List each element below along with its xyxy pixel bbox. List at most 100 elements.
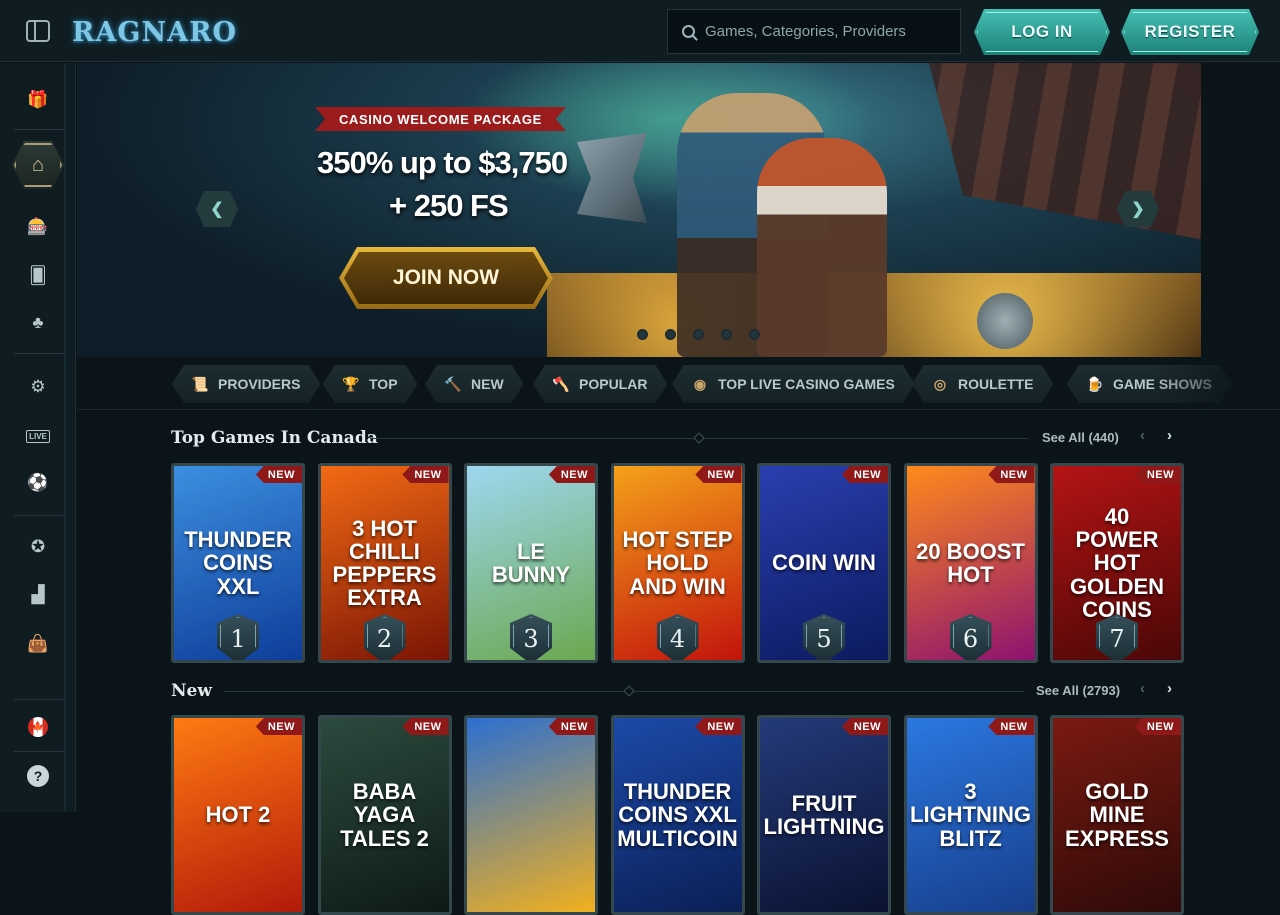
game-card[interactable]: COIN WIN NEW 5 bbox=[757, 463, 891, 663]
search-box[interactable] bbox=[667, 9, 961, 54]
top-bar: RAGNARO LOG IN REGISTER bbox=[0, 0, 1280, 62]
clover-icon: ♣ bbox=[32, 313, 44, 332]
sidebar-item-help[interactable]: ? bbox=[26, 764, 50, 788]
sidebar-item-lucky[interactable]: ♣ bbox=[26, 311, 50, 335]
pagination-dot[interactable] bbox=[721, 329, 732, 340]
new-badge: NEW bbox=[548, 466, 595, 483]
help-icon: ? bbox=[27, 765, 49, 787]
see-all-top-games-link[interactable]: See All (440) bbox=[1042, 430, 1119, 445]
sidebar-item-slots[interactable]: 🎰 bbox=[26, 215, 50, 239]
sidebar-item-live[interactable]: LIVE bbox=[26, 424, 50, 448]
pagination-dot[interactable] bbox=[749, 329, 760, 340]
sidebar-item-settings[interactable]: ⚙ bbox=[26, 375, 50, 399]
live-icon: LIVE bbox=[26, 429, 50, 443]
game-card-title: HOT 2 bbox=[205, 802, 271, 828]
pagination-dot[interactable] bbox=[637, 329, 648, 340]
home-icon: ⌂ bbox=[31, 153, 45, 176]
game-card[interactable]: GOLD MINE EXPRESS NEW bbox=[1050, 715, 1184, 915]
tab-label: POPULAR bbox=[579, 376, 648, 392]
game-card[interactable]: 20 BOOST HOT NEW 6 bbox=[903, 463, 1038, 663]
tab-roulette[interactable]: ◎ ROULETTE bbox=[912, 365, 1053, 403]
tab-top[interactable]: 🏆 TOP bbox=[323, 365, 418, 403]
game-card[interactable]: FRUIT LIGHTNING NEW bbox=[757, 715, 891, 915]
cards-icon: 🂠 bbox=[29, 266, 47, 285]
sidebar-separator bbox=[14, 699, 64, 700]
hammer-icon: 🔨 bbox=[444, 375, 462, 392]
rank-number: 2 bbox=[376, 625, 393, 653]
tab-providers[interactable]: 📜 PROVIDERS bbox=[172, 365, 320, 403]
sidebar-item-sports[interactable]: ⚽ bbox=[26, 471, 50, 495]
game-card[interactable]: 3 HOT CHILLI PEPPERS EXTRA NEW 2 bbox=[317, 463, 452, 663]
banner-shield-image bbox=[977, 293, 1033, 349]
new-badge: NEW bbox=[548, 718, 595, 735]
divider-ornament bbox=[693, 432, 705, 444]
top-games-next-button[interactable]: › bbox=[1167, 427, 1172, 444]
chevron-right-icon: ❯ bbox=[1131, 201, 1145, 218]
banner-prev-button[interactable]: ❮ bbox=[196, 191, 238, 227]
sidebar-item-tournaments[interactable]: ▟ bbox=[26, 583, 50, 607]
game-card[interactable]: HOT STEP HOLD AND WIN NEW 4 bbox=[610, 463, 745, 663]
sidebar-item-home[interactable]: ⌂ bbox=[12, 141, 64, 189]
game-card[interactable]: THUNDER COINS XXL MULTICOIN NEW bbox=[610, 715, 745, 915]
section-title-top-games: Top Games In Canada bbox=[171, 428, 378, 448]
sidebar-separator bbox=[14, 515, 64, 516]
shop-icon: 👜 bbox=[27, 634, 49, 653]
game-card[interactable]: BABA YAGA TALES 2 NEW bbox=[317, 715, 452, 915]
game-card[interactable]: HOT 2 NEW bbox=[171, 715, 305, 915]
see-all-new-link[interactable]: See All (2793) bbox=[1036, 683, 1120, 698]
game-card[interactable]: THUNDER COINS XXL NEW 1 bbox=[171, 463, 305, 663]
new-badge: NEW bbox=[988, 466, 1035, 483]
pagination-dot[interactable] bbox=[665, 329, 676, 340]
sidebar-item-vip[interactable]: ✪ bbox=[26, 535, 50, 559]
tabs-fade bbox=[1150, 358, 1280, 409]
sidebar-item-promotions[interactable]: 🎁 bbox=[26, 88, 50, 112]
game-card[interactable]: LE BUNNY NEW 3 bbox=[464, 463, 598, 663]
rank-number: 7 bbox=[1109, 625, 1125, 653]
new-badge: NEW bbox=[695, 466, 742, 483]
search-icon bbox=[682, 25, 695, 38]
sidebar-separator bbox=[14, 353, 64, 354]
game-card[interactable]: 3 LIGHTNING BLITZ NEW bbox=[903, 715, 1038, 915]
promo-banner[interactable]: CASINO WELCOME PACKAGE 350% up to $3,750… bbox=[77, 63, 1201, 357]
game-card-title: THUNDER COINS XXL MULTICOIN bbox=[617, 779, 738, 851]
game-card[interactable]: NEW bbox=[464, 715, 598, 915]
register-button[interactable]: REGISTER bbox=[1121, 9, 1259, 55]
sidebar-item-table-games[interactable]: 🂠 bbox=[26, 264, 50, 288]
rank-number: 6 bbox=[962, 625, 979, 653]
tab-label: TOP bbox=[369, 376, 398, 392]
rank-number: 4 bbox=[669, 625, 686, 653]
login-button[interactable]: LOG IN bbox=[974, 9, 1110, 55]
game-card[interactable]: 40 POWER HOT GOLDEN COINS NEW 7 bbox=[1050, 463, 1184, 663]
new-games-prev-button[interactable]: ‹ bbox=[1140, 680, 1145, 697]
new-badge: NEW bbox=[402, 718, 449, 735]
mug-icon: 🍺 bbox=[1086, 375, 1104, 392]
search-input[interactable] bbox=[705, 23, 945, 40]
join-now-button[interactable]: JOIN NOW bbox=[339, 247, 553, 309]
tab-new[interactable]: 🔨 NEW bbox=[425, 365, 524, 403]
new-badge: NEW bbox=[1134, 718, 1181, 735]
new-games-next-button[interactable]: › bbox=[1167, 680, 1172, 697]
tab-label: TOP LIVE CASINO GAMES bbox=[718, 376, 895, 392]
new-badge: NEW bbox=[255, 466, 302, 483]
sidebar-item-language[interactable]: 🍁 bbox=[26, 715, 50, 739]
new-badge: NEW bbox=[841, 466, 888, 483]
rank-number: 3 bbox=[523, 625, 539, 653]
banner-pagination bbox=[637, 329, 760, 340]
pagination-dot[interactable] bbox=[693, 329, 704, 340]
banner-next-button[interactable]: ❯ bbox=[1117, 191, 1159, 227]
axe-icon: 🪓 bbox=[552, 375, 570, 392]
tab-top-live-casino-games[interactable]: ◉ TOP LIVE CASINO GAMES bbox=[672, 365, 915, 403]
scroll-icon: 📜 bbox=[191, 375, 209, 392]
tab-popular[interactable]: 🪓 POPULAR bbox=[533, 365, 667, 403]
gear-icon: ⚙ bbox=[30, 377, 46, 396]
sidebar-item-shop[interactable]: 👜 bbox=[26, 632, 50, 656]
sidebar-toggle-icon[interactable] bbox=[26, 20, 50, 42]
top-games-prev-button[interactable]: ‹ bbox=[1140, 427, 1145, 444]
logo[interactable]: RAGNARO bbox=[72, 8, 237, 56]
game-card-title: 3 LIGHTNING BLITZ bbox=[910, 779, 1032, 851]
chip-icon: ◉ bbox=[693, 375, 707, 392]
sidebar-separator bbox=[14, 751, 64, 752]
medal-icon: ✪ bbox=[30, 537, 46, 556]
register-button-label: REGISTER bbox=[1144, 22, 1236, 41]
promo-headline: 350% up to $3,750 bbox=[317, 145, 568, 180]
